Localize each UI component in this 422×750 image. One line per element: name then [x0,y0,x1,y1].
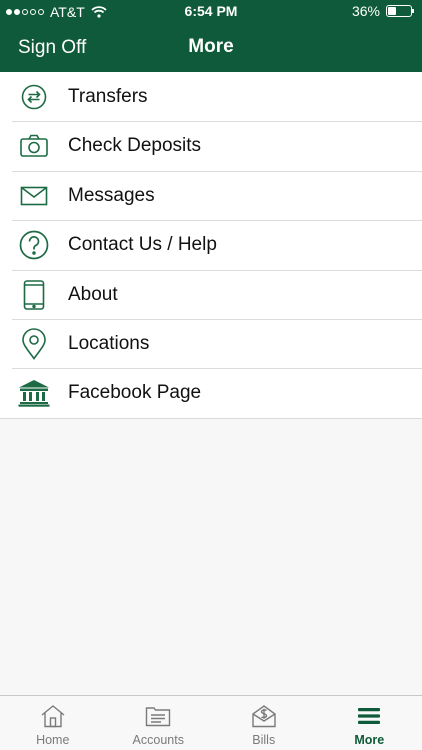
accounts-icon [144,704,172,728]
nav-bar: Sign Off More [0,24,422,72]
tab-accounts[interactable]: Accounts [106,696,212,750]
battery-percent: 36% [351,3,380,19]
tab-label: Accounts [132,733,184,747]
menu-item-locations[interactable]: Locations [0,318,422,368]
question-circle-icon [17,230,51,260]
tab-label: Home [36,733,70,747]
battery-icon [386,5,414,17]
transfer-arrows-icon [17,82,51,112]
status-right: 36% [351,3,414,19]
menu-item-transfers[interactable]: Transfers [0,72,422,121]
bills-icon [250,704,278,728]
tab-more[interactable]: More [317,696,422,750]
menu-item-messages[interactable]: Messages [0,170,422,220]
menu-item-facebook-page[interactable]: Facebook Page [0,368,422,417]
tab-bar: Home Accounts Bills More [0,695,422,750]
tab-label: More [354,733,385,747]
app-header: AT&T 6:54 PM 36% Sign Off More [0,0,422,72]
menu-item-contact-help[interactable]: Contact Us / Help [0,220,422,269]
tab-home[interactable]: Home [0,696,106,750]
more-menu-list: Transfers Check Deposits Messages Contac… [0,72,422,419]
menu-item-label: Contact Us / Help [68,234,217,256]
status-bar: AT&T 6:54 PM 36% [0,0,422,24]
tab-bills[interactable]: Bills [211,696,317,750]
menu-item-label: About [68,283,118,305]
menu-item-check-deposits[interactable]: Check Deposits [0,121,422,170]
bank-building-icon [17,378,51,408]
menu-item-label: Check Deposits [68,135,202,157]
menu-item-label: Transfers [68,86,148,107]
camera-icon [17,131,51,161]
tab-label: Bills [252,733,276,747]
menu-item-label: Facebook Page [68,382,202,404]
menu-bars-icon [355,704,383,728]
menu-item-about[interactable]: About [0,269,422,319]
phone-device-icon [17,279,51,310]
menu-item-label: Messages [68,184,155,206]
sign-off-button[interactable]: Sign Off [18,37,86,59]
envelope-icon [17,181,51,211]
map-pin-icon [17,328,51,360]
home-icon [39,704,67,728]
menu-item-label: Locations [68,332,150,354]
